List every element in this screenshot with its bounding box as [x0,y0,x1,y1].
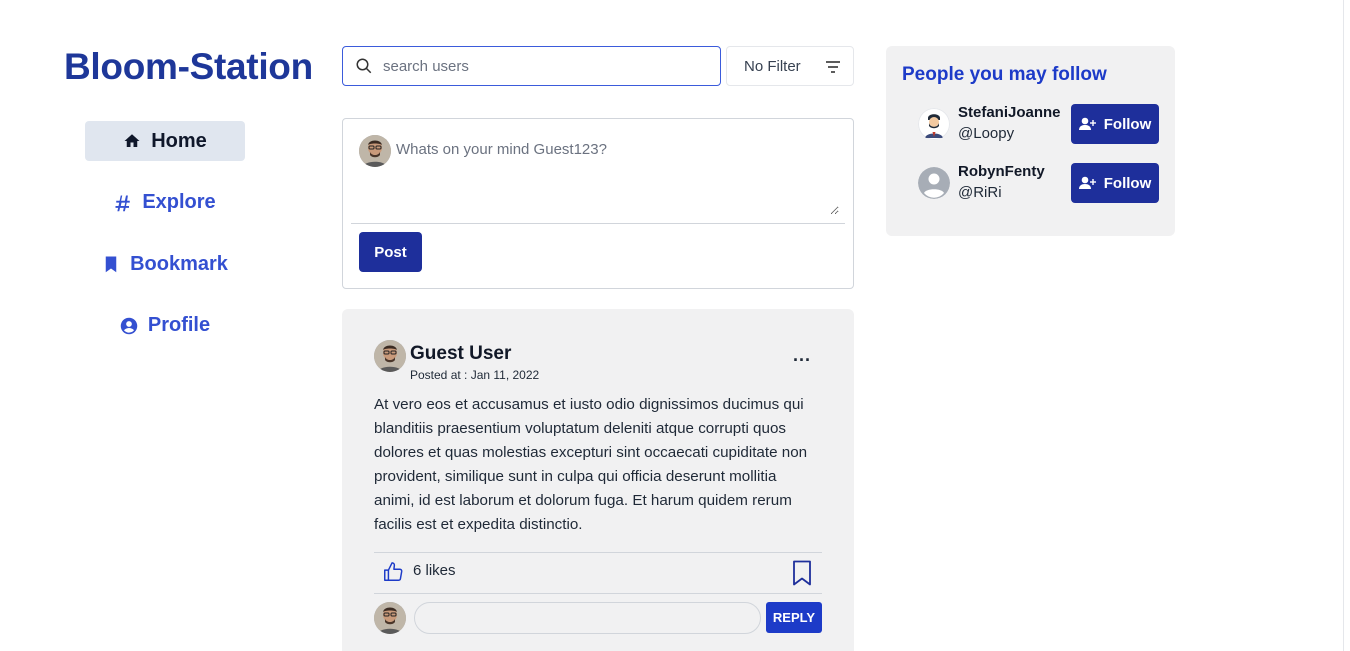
divider [351,223,845,224]
bookmark-button[interactable] [792,560,812,586]
user-plus-icon [1078,176,1096,189]
suggestion-name[interactable]: RobynFenty [958,163,1045,180]
home-icon [124,134,140,147]
post-textarea[interactable] [396,141,839,215]
like-count: 6 likes [413,562,456,579]
reply-button[interactable]: REPLY [766,602,822,633]
default-avatar-icon [918,167,950,199]
suggestion-handle: @RiRi [958,184,1002,201]
nav-item-label: Home [151,129,207,152]
suggestion-item: StefaniJoanne @Loopy Follow [918,104,1159,144]
post-date: Posted at : Jan 11, 2022 [410,368,540,382]
filter-dropdown[interactable]: No Filter [726,46,854,86]
nav-item-label: Bookmark [130,252,228,275]
follow-button[interactable]: Follow [1071,104,1159,144]
panel-title: People you may follow [902,64,1107,85]
avatar [374,340,406,372]
follow-button[interactable]: Follow [1071,163,1159,203]
follow-label: Follow [1103,115,1152,133]
post-author[interactable]: Guest User [410,343,511,365]
post-button[interactable]: Post [359,232,422,272]
bookmark-icon [105,256,117,273]
follow-label: Follow [1103,174,1152,192]
nav-item-profile[interactable]: Profile [85,306,245,346]
follow-suggestions-panel: People you may follow StefaniJoanne @Loo… [886,46,1175,236]
avatar [359,135,391,167]
suggestion-handle: @Loopy [958,125,1015,142]
post-card: Guest User Posted at : Jan 11, 2022 ... … [342,309,854,651]
hashtag-icon [115,195,131,211]
search-bar [342,46,721,86]
bookmark-outline-icon [793,560,811,586]
post-body: At vero eos et accusamus et iusto odio d… [374,396,808,533]
user-plus-icon [1078,117,1096,130]
comment-input[interactable] [414,602,761,634]
search-icon [356,58,372,74]
avatar [918,167,950,199]
suggestion-name[interactable]: StefaniJoanne [958,104,1061,121]
sidebar-nav: Home Explore Bookmark Profile [85,121,245,367]
divider [374,552,822,553]
avatar [374,602,406,634]
nav-item-bookmark[interactable]: Bookmark [85,244,245,284]
sort-icon [826,61,840,73]
scrollbar[interactable] [1343,0,1350,651]
filter-label: No Filter [744,57,801,75]
divider [374,593,822,594]
more-options-icon[interactable]: ... [793,346,811,364]
like-button[interactable] [382,561,404,583]
user-circle-icon [120,317,138,334]
post-composer: Post [342,118,854,289]
thumbs-up-icon [384,562,403,581]
nav-item-home[interactable]: Home [85,121,245,161]
search-input[interactable] [383,57,703,75]
suggestion-item: RobynFenty @RiRi Follow [918,163,1159,203]
avatar [918,108,950,140]
nav-item-label: Profile [147,314,211,336]
brand-logo[interactable]: Bloom-Station [64,46,313,88]
nav-item-label: Explore [142,191,216,213]
nav-item-explore[interactable]: Explore [85,183,245,223]
